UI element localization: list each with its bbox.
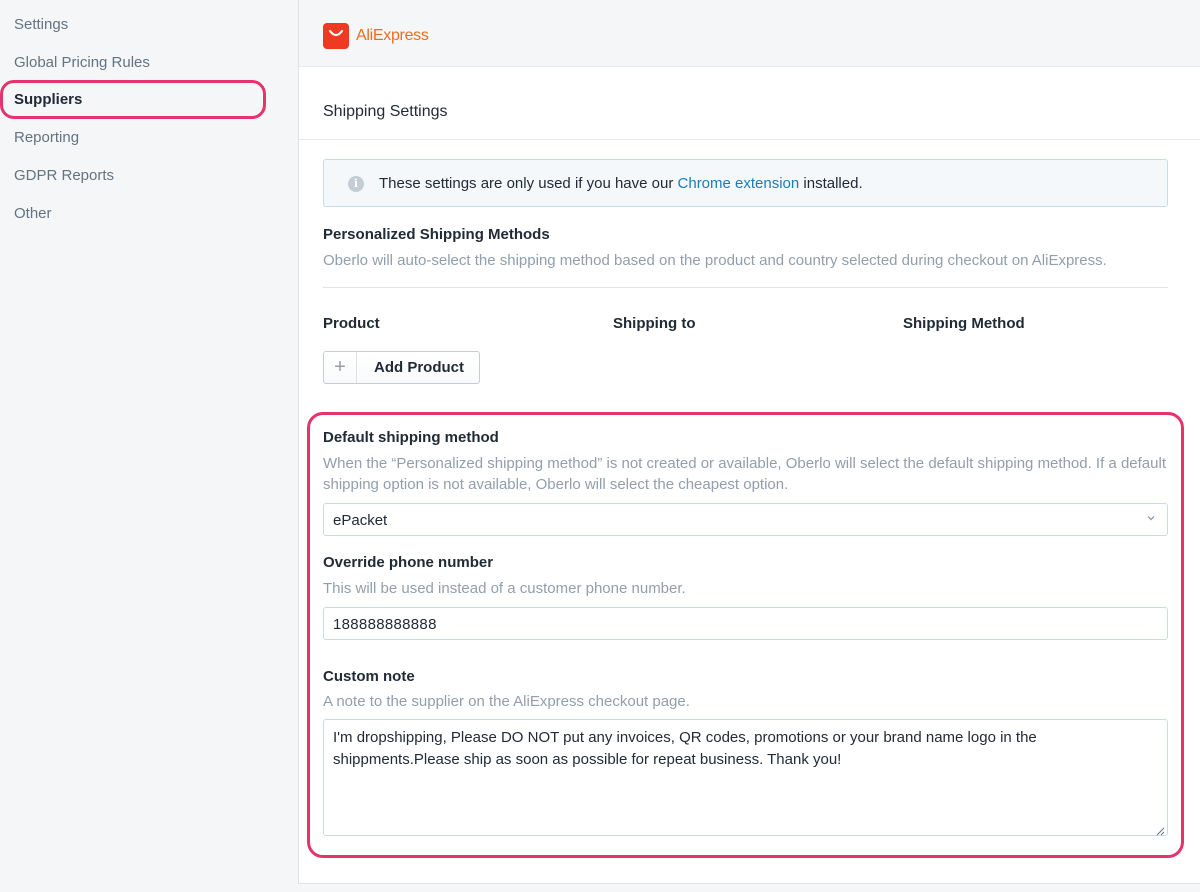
default-shipping-select[interactable]: ePacket [323,503,1168,536]
personalized-methods-help: Oberlo will auto-select the shipping met… [323,252,1107,269]
chrome-extension-link[interactable]: Chrome extension [678,175,800,192]
card-header: AliExpress [299,0,1200,67]
phone-help: This will be used instead of a customer … [323,580,686,597]
sidebar-item-gdpr-reports[interactable]: GDPR Reports [14,166,114,186]
divider [323,287,1168,288]
info-text-before: These settings are only used if you have… [379,175,678,192]
info-banner-text: These settings are only used if you have… [379,175,863,192]
plus-icon: + [324,352,357,383]
custom-note-help: A note to the supplier on the AliExpress… [323,693,690,710]
phone-field-value: 188888888888 [333,616,437,633]
info-icon: i [348,176,364,192]
sidebar: Settings Global Pricing Rules Suppliers … [0,0,290,892]
sidebar-item-settings[interactable]: Settings [14,15,68,35]
sidebar-item-other[interactable]: Other [14,204,52,224]
info-banner: i These settings are only used if you ha… [323,159,1168,207]
shipping-settings-card: AliExpress Shipping Settings i These set… [298,0,1200,884]
resize-handle-icon[interactable] [1155,823,1165,836]
default-method-label: Default shipping method [323,429,499,446]
add-product-label: Add Product [374,359,464,376]
section-title: Shipping Settings [323,103,448,120]
sidebar-item-suppliers[interactable]: Suppliers [14,90,82,110]
shopping-bag-icon [323,23,349,49]
column-header-shipping-to: Shipping to [613,315,696,332]
custom-note-value: I'm dropshipping, Please DO NOT put any … [333,729,1037,768]
aliexpress-logo-text: AliExpress [356,27,429,44]
phone-label: Override phone number [323,554,494,571]
sidebar-item-reporting[interactable]: Reporting [14,128,79,148]
column-header-shipping-method: Shipping Method [903,315,1025,332]
custom-note-label: Custom note [323,668,415,685]
sidebar-item-global-pricing-rules[interactable]: Global Pricing Rules [14,53,150,73]
default-shipping-value: ePacket [333,512,388,529]
personalized-methods-label: Personalized Shipping Methods [323,226,550,243]
section-divider [299,139,1200,140]
column-header-product: Product [323,315,380,332]
add-product-button[interactable]: + Add Product [323,351,480,384]
info-text-after: installed. [799,175,863,192]
default-method-help: When the “Personalized shipping method” … [323,455,1166,493]
custom-note-textarea[interactable]: I'm dropshipping, Please DO NOT put any … [323,719,1168,836]
chevron-down-icon [1145,512,1157,524]
phone-field[interactable]: 188888888888 [323,607,1168,640]
